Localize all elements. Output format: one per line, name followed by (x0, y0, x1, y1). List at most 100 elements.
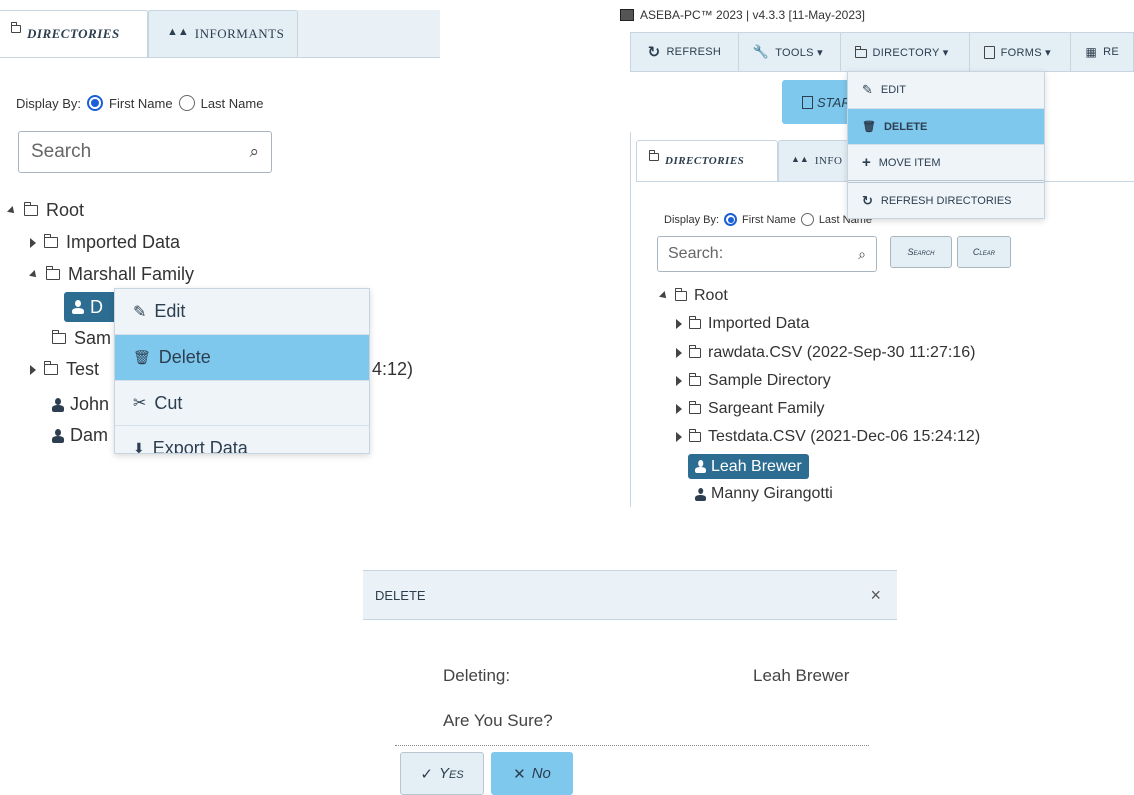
tree-node-imported[interactable]: Imported Data (30, 232, 180, 253)
people-icon: ▲▲ (167, 26, 189, 38)
trash-icon: 🗑 (862, 121, 876, 133)
tree-node-test[interactable]: Test (30, 359, 99, 380)
right-tree-selected[interactable]: Leah Brewer (688, 454, 809, 479)
yes-button-label: Yes (438, 765, 464, 782)
search-button-label: Search (907, 247, 935, 257)
caret-right-icon[interactable] (676, 376, 682, 386)
dropdown-refresh-directories[interactable]: ↻ REFRESH DIRECTORIES (848, 180, 1044, 218)
new-document-icon (802, 95, 813, 109)
caret-down-icon[interactable] (659, 291, 669, 301)
toolbar-reports[interactable]: ▦ RE (1071, 33, 1133, 71)
toolbar-refresh[interactable]: ↻ REFRESH (631, 33, 739, 71)
radio-last-name[interactable] (178, 95, 195, 111)
right-tab-directories-label: DIRECTORIES (665, 155, 745, 167)
yes-button[interactable]: ✓ Yes (400, 752, 484, 795)
folder-icon (689, 316, 701, 329)
tree-label-imported: Imported Data (66, 232, 181, 252)
right-tab-informants[interactable]: ▲▲ INFO (778, 140, 858, 181)
plus-icon: + (862, 154, 871, 171)
caret-right-icon[interactable] (30, 364, 36, 375)
start-button[interactable]: STAR (782, 80, 852, 124)
folder-icon (44, 234, 58, 248)
main-toolbar: ↻ REFRESH 🔧 TOOLS ▾ DIRECTORY ▾ FORMS ▾ … (630, 32, 1134, 72)
toolbar-refresh-label: REFRESH (666, 46, 722, 58)
right-tree-root[interactable]: Root (659, 287, 728, 305)
right-tab-informants-label: INFO (814, 155, 843, 167)
close-icon[interactable]: × (870, 585, 885, 606)
folder-icon (689, 401, 701, 414)
dropdown-move-label: MOVE ITEM (878, 156, 941, 169)
dropdown-move-item[interactable]: + MOVE ITEM (848, 144, 1044, 180)
wrench-icon: 🔧 (752, 44, 770, 59)
caret-right-icon[interactable] (30, 237, 36, 248)
search-input[interactable]: Search ⌕ (18, 131, 272, 173)
tree-label-john: John (70, 394, 110, 414)
right-tree-item-label: Sargeant Family (708, 400, 825, 417)
dropdown-delete-label: DELETE (883, 120, 928, 133)
folder-icon (675, 288, 687, 301)
dialog-divider (395, 745, 869, 746)
clear-button[interactable]: Clear (957, 236, 1011, 268)
right-tree-selected-label: Leah Brewer (711, 457, 802, 475)
search-button[interactable]: Search (890, 236, 952, 268)
caret-right-icon[interactable] (676, 348, 682, 358)
caret-down-icon[interactable] (29, 269, 39, 280)
tree-label-dam: Dam (70, 425, 109, 445)
right-tree-item[interactable]: Testdata.CSV (2021-Dec-06 15:24:12) (676, 428, 980, 446)
people-icon: ▲▲ (791, 154, 809, 164)
tree-node-sample[interactable]: Sam (52, 328, 111, 349)
right-radio-last-name[interactable] (800, 213, 814, 226)
tab-directories[interactable]: DIRECTORIES (0, 10, 148, 57)
caret-right-icon[interactable] (676, 404, 682, 414)
toolbar-directory[interactable]: DIRECTORY ▾ (841, 33, 970, 71)
right-tab-directories[interactable]: DIRECTORIES (636, 140, 778, 181)
search-icon: ⌕ (858, 245, 866, 262)
toolbar-directory-label: DIRECTORY ▾ (872, 46, 949, 59)
toolbar-tools[interactable]: 🔧 TOOLS ▾ (739, 33, 841, 71)
right-display-by-label: Display By: (664, 213, 720, 226)
radio-first-name[interactable] (87, 95, 104, 111)
dialog-title: DELETE (375, 587, 426, 603)
refresh-icon: ↻ (647, 44, 661, 61)
toolbar-reports-label: RE (1103, 46, 1119, 58)
tree-label-selected: D (90, 296, 103, 317)
right-tree-person[interactable]: Manny Girangotti (695, 485, 833, 503)
right-tree-item[interactable]: rawdata.CSV (2022-Sep-30 11:27:16) (676, 344, 975, 362)
right-tree-item[interactable]: Imported Data (676, 315, 809, 333)
clear-button-label: Clear (972, 247, 996, 257)
right-tree-item[interactable]: Sargeant Family (676, 400, 825, 418)
folder-icon (24, 202, 38, 216)
context-menu-delete[interactable]: 🗑 Delete (115, 334, 369, 380)
person-icon (52, 398, 64, 412)
context-menu-export[interactable]: ⬇ Export Data (115, 425, 369, 453)
refresh-icon: ↻ (862, 192, 873, 208)
deleting-value: Leah Brewer (753, 666, 850, 685)
tree-context-menu: ✎ Edit 🗑 Delete ✂ Cut ⬇ Export Data (114, 288, 370, 454)
folder-icon (689, 429, 701, 442)
toolbar-tools-label: TOOLS ▾ (775, 46, 823, 59)
no-button-label: No (531, 765, 551, 782)
caret-right-icon[interactable] (676, 432, 682, 442)
tree-node-dam[interactable]: Dam (52, 425, 108, 446)
tab-informants-label: INFORMANTS (194, 26, 285, 41)
tree-label-root: Root (46, 200, 85, 220)
no-button[interactable]: ✕ No (491, 752, 573, 795)
display-by-row: Display By: First Name Last Name (16, 95, 263, 111)
right-tree-item[interactable]: Sample Directory (676, 372, 831, 390)
context-menu-cut[interactable]: ✂ Cut (115, 380, 369, 425)
toolbar-forms-label: FORMS ▾ (1000, 46, 1052, 59)
tree-node-marshall[interactable]: Marshall Family (29, 264, 194, 285)
context-menu-edit[interactable]: ✎ Edit (115, 289, 369, 334)
caret-down-icon[interactable] (7, 205, 17, 216)
folder-icon (689, 345, 701, 358)
tree-node-root[interactable]: Root (7, 200, 85, 221)
caret-right-icon[interactable] (676, 319, 682, 329)
dropdown-delete[interactable]: 🗑 DELETE (848, 108, 1044, 144)
right-display-by-row: Display By: First Name Last Name (664, 213, 872, 226)
toolbar-forms[interactable]: FORMS ▾ (970, 33, 1072, 71)
right-radio-first-name[interactable] (724, 213, 738, 226)
tree-node-john[interactable]: John (52, 394, 109, 415)
tab-informants[interactable]: ▲▲ INFORMANTS (148, 10, 298, 57)
right-search-input[interactable]: Search: ⌕ (657, 236, 877, 272)
dropdown-edit[interactable]: ✎ EDIT (848, 72, 1044, 108)
